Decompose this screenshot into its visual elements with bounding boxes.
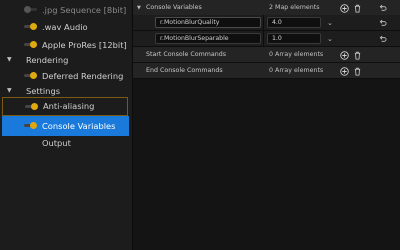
setting-label: Output <box>42 138 71 148</box>
variable-key-field[interactable]: r.MotionBlurQuality <box>155 17 261 28</box>
trash-icon[interactable] <box>352 3 362 13</box>
variable-value-field[interactable]: 4.0 <box>267 17 321 28</box>
property-label: Console Variables <box>146 4 202 11</box>
end-console-commands-property[interactable]: End Console Commands 0 Array elements <box>133 63 400 79</box>
setting-label: Anti-aliasing <box>43 101 95 111</box>
console-variable-entry: r.MotionBlurSeparable 1.0 ⌄ <box>133 31 400 47</box>
details-panel: ▼ Console Variables 2 Map elements r.Mot… <box>133 0 400 250</box>
toggle-switch[interactable] <box>25 103 38 110</box>
console-variables-property[interactable]: ▼ Console Variables 2 Map elements <box>133 0 400 16</box>
toggle-switch[interactable] <box>24 122 37 129</box>
trash-icon[interactable] <box>352 50 362 60</box>
render-settings-panel: .jpg Sequence [8bit] .wav Audio Apple Pr… <box>0 0 133 250</box>
reset-arrow-icon[interactable] <box>377 34 387 44</box>
toggle-switch[interactable] <box>24 6 37 13</box>
plus-circle-icon[interactable] <box>339 3 349 13</box>
setting-output[interactable]: Output <box>0 133 131 153</box>
element-count: 0 Array elements <box>269 67 324 74</box>
console-variable-entry: r.MotionBlurQuality 4.0 ⌄ <box>133 15 400 31</box>
setting-anti-aliasing[interactable]: Anti-aliasing <box>2 97 128 116</box>
setting-wav-audio[interactable]: .wav Audio <box>0 17 131 37</box>
element-count: 0 Array elements <box>269 51 324 58</box>
trash-icon[interactable] <box>352 66 362 76</box>
variable-key-field[interactable]: r.MotionBlurSeparable <box>155 33 261 44</box>
variable-value-field[interactable]: 1.0 <box>267 33 321 44</box>
setting-label: .wav Audio <box>42 22 88 32</box>
property-label: Start Console Commands <box>146 51 227 58</box>
collapse-caret-icon[interactable]: ▼ <box>137 0 141 16</box>
reset-arrow-icon[interactable] <box>377 18 387 28</box>
toggle-switch[interactable] <box>24 72 37 79</box>
toggle-switch[interactable] <box>24 41 37 48</box>
plus-circle-icon[interactable] <box>339 50 349 60</box>
reset-arrow-icon[interactable] <box>377 3 387 13</box>
chevron-down-icon[interactable]: ⌄ <box>327 15 333 31</box>
chevron-down-icon[interactable]: ⌄ <box>327 31 333 47</box>
plus-circle-icon[interactable] <box>339 66 349 76</box>
toggle-switch[interactable] <box>24 23 37 30</box>
element-count: 2 Map elements <box>269 4 320 11</box>
property-label: End Console Commands <box>146 67 223 74</box>
start-console-commands-property[interactable]: Start Console Commands 0 Array elements <box>133 47 400 63</box>
